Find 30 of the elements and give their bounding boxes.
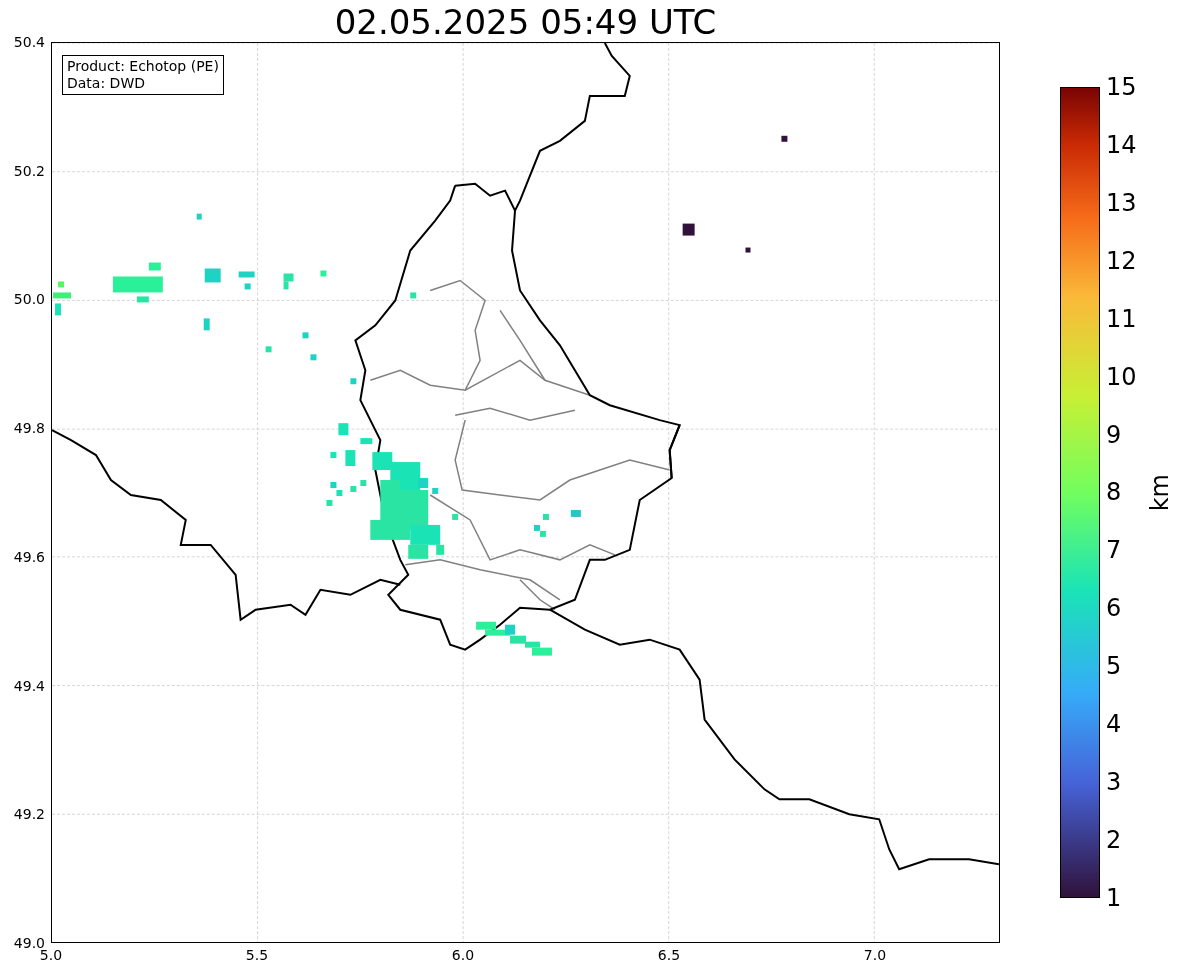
x-axis-tick-label: 6.0 xyxy=(450,947,476,963)
colorbar-tick-label: 11 xyxy=(1106,305,1138,332)
chart-title: 02.05.2025 05:49 UTC xyxy=(333,1,718,42)
info-text: Product: Echotop (PE) xyxy=(67,58,219,75)
colorbar-tick-label: 5 xyxy=(1106,653,1123,680)
x-axis-tick-label: 7.0 xyxy=(862,947,888,963)
colorbar-tick-label: 15 xyxy=(1106,74,1138,100)
y-axis-tick-label: 50.4 xyxy=(13,34,45,50)
colorbar-tick-label: 14 xyxy=(1106,131,1138,158)
colorbar-tick-label: 4 xyxy=(1106,711,1123,738)
x-axis-tick-label: 5.5 xyxy=(244,947,270,963)
colorbar-tick-label: 2 xyxy=(1106,827,1123,853)
y-axis-tick-label: 49.8 xyxy=(13,420,45,437)
info-text: Data: DWD xyxy=(67,75,146,92)
colorbar-tick-label: 13 xyxy=(1106,189,1138,216)
y-axis-tick-label: 50.0 xyxy=(13,291,45,308)
y-axis-tick-label: 49.4 xyxy=(13,677,45,694)
colorbar-tick-label: 8 xyxy=(1106,479,1123,506)
colorbar-tick-label: 7 xyxy=(1106,537,1123,564)
colorbar-tick-label: 9 xyxy=(1106,421,1123,448)
colorbar-tick-label: 3 xyxy=(1106,769,1123,796)
y-axis-tick-label: 50.2 xyxy=(13,162,45,179)
x-axis-tick-label: 6.5 xyxy=(656,947,682,963)
colorbar-tick-label: 10 xyxy=(1106,363,1138,390)
y-axis-tick-label: 49.2 xyxy=(13,806,45,823)
colorbar-tick-label: 1 xyxy=(1106,884,1123,911)
y-axis-tick-label: 49.6 xyxy=(13,548,45,565)
colorbar-label: km xyxy=(1146,473,1174,512)
colorbar-tick-label: 6 xyxy=(1106,595,1123,622)
colorbar-tick-label: 12 xyxy=(1106,247,1138,274)
